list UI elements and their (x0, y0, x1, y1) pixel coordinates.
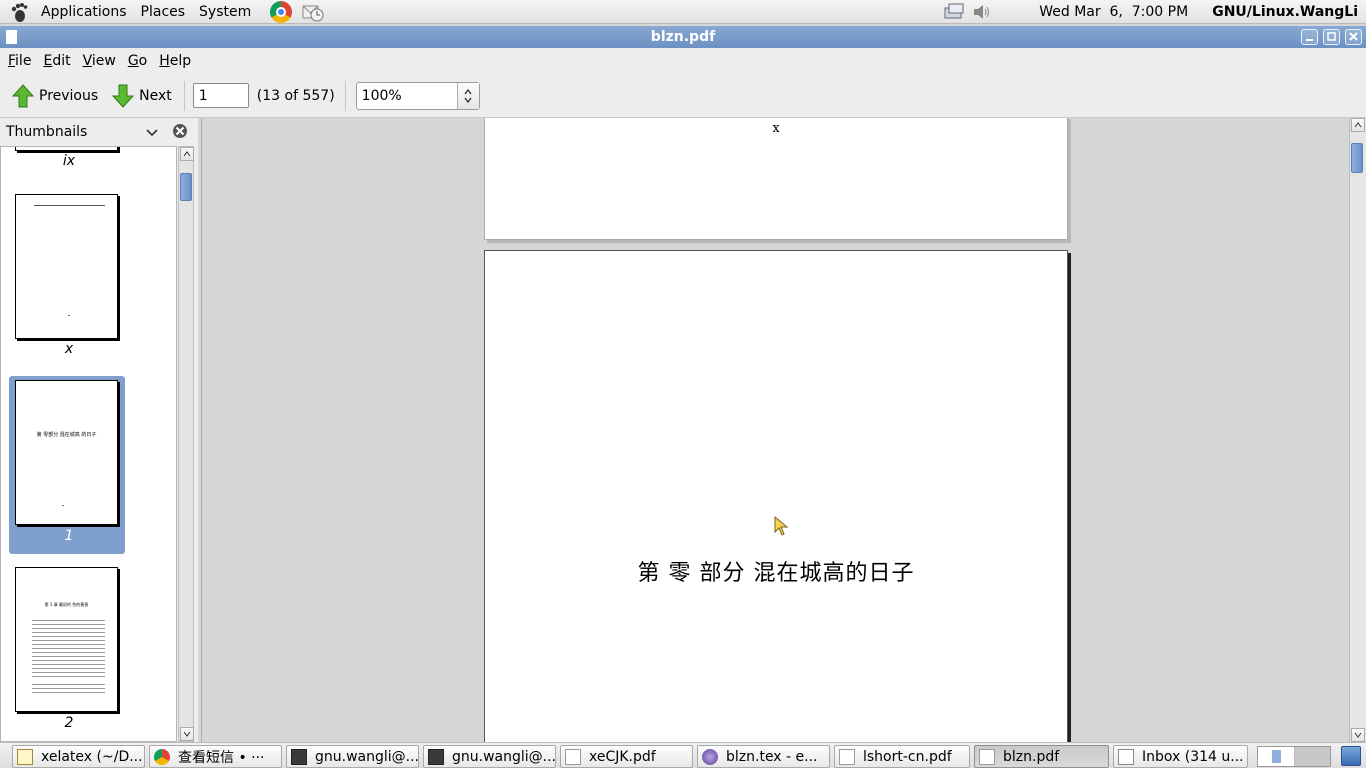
workspace-2[interactable] (1294, 747, 1330, 766)
window-titlebar[interactable]: blzn.pdf (0, 26, 1366, 48)
menu-go[interactable]: Go (122, 53, 153, 69)
next-button[interactable]: Next (108, 80, 176, 112)
username[interactable]: GNU/Linux.WangLi (1212, 4, 1358, 20)
arrow-down-icon (112, 84, 135, 108)
applications-menu[interactable]: Applications (34, 0, 134, 24)
mail-notify-icon[interactable] (302, 1, 324, 23)
close-button[interactable] (1345, 29, 1362, 45)
thumbnail-label: x (64, 341, 74, 357)
pdf-page: x (484, 118, 1068, 240)
task-blzn-pdf[interactable]: blzn.pdf (974, 745, 1109, 768)
sidebar-header: Thumbnails (0, 118, 198, 146)
task-emacs[interactable]: blzn.tex - e... (697, 745, 830, 768)
page-count: (13 of 557) (256, 87, 335, 104)
pdf-document-icon (839, 748, 855, 765)
terminal-icon (428, 748, 444, 765)
sidebar-scrollbar[interactable] (178, 146, 194, 742)
thumbnail-label: ix (62, 153, 76, 169)
scroll-down-icon[interactable] (180, 727, 194, 741)
menu-file[interactable]: File (2, 53, 37, 69)
taskbar: xelatex (~/D... 查看短信 • ··· gnu.wangli@..… (0, 742, 1366, 768)
network-icon[interactable] (943, 2, 967, 22)
task-inbox[interactable]: Inbox (314 u... (1113, 745, 1248, 768)
task-terminal-2[interactable]: gnu.wangli@... (423, 745, 556, 768)
thumbnail-label: 1 (64, 528, 74, 544)
task-terminal-1[interactable]: gnu.wangli@... (286, 745, 419, 768)
zoom-select[interactable]: 100% (355, 81, 480, 110)
thumbnail-page[interactable]: 第 零部分 混在城高 的日子 (15, 380, 118, 525)
scroll-down-icon[interactable] (1351, 728, 1365, 742)
task-lshort-pdf[interactable]: lshort-cn.pdf (834, 745, 970, 768)
menu-view[interactable]: View (77, 53, 122, 69)
page-number-input[interactable] (192, 83, 249, 108)
window-title: blzn.pdf (650, 29, 716, 45)
pdf-document-icon (565, 748, 581, 765)
zoom-value: 100% (361, 87, 402, 104)
scrollbar-thumb[interactable] (1351, 143, 1363, 173)
thumbnail-label: 2 (64, 715, 74, 731)
menu-edit[interactable]: Edit (37, 53, 76, 69)
places-menu[interactable]: Places (134, 0, 193, 24)
volume-icon[interactable] (971, 2, 993, 22)
document-scrollbar[interactable] (1349, 118, 1366, 742)
page-numeral: x (772, 121, 780, 136)
document-view[interactable]: x 第 零 部分 混在城高的日子 (201, 118, 1348, 742)
menubar: File Edit View Go Help (0, 48, 1366, 74)
text-editor-icon (17, 748, 33, 765)
toolbar-separator (183, 80, 185, 111)
mouse-cursor-icon (774, 515, 790, 542)
maximize-button[interactable] (1323, 29, 1340, 45)
arrow-up-icon (12, 83, 34, 107)
sidebar: Thumbnails ix x 第 零部分 混在城高 的日子 1 第 1 章 最… (0, 118, 198, 742)
top-panel: Applications Places System Wed Mar 6, 7:… (0, 0, 1366, 24)
close-sidebar-icon[interactable] (172, 123, 188, 143)
minimize-button[interactable] (1301, 29, 1318, 45)
chrome-icon[interactable] (270, 0, 293, 23)
sidebar-title[interactable]: Thumbnails (6, 124, 87, 140)
thumbnail-text: 第 1 章 最初的 色的黄昏 (44, 602, 89, 607)
task-chrome[interactable]: 查看短信 • ··· (149, 745, 282, 768)
workspace-switcher[interactable] (1257, 746, 1331, 767)
page-heading: 第 零 部分 混在城高的日子 (637, 561, 915, 586)
thumbnail-page[interactable] (15, 147, 118, 151)
scrollbar-thumb[interactable] (180, 173, 192, 201)
thumbnail-list[interactable]: ix x 第 零部分 混在城高 的日子 1 第 1 章 最初的 色的黄昏 2 (0, 146, 177, 742)
task-xecjk-pdf[interactable]: xeCJK.pdf (560, 745, 693, 768)
toolbar-separator (344, 80, 346, 111)
thumbnail-page[interactable]: 第 1 章 最初的 色的黄昏 (15, 567, 118, 712)
clock[interactable]: Wed Mar 6, 7:00 PM (1039, 4, 1188, 20)
thumbnail-text: 第 零部分 混在城高 的日子 (36, 432, 97, 438)
gnome-foot-icon[interactable] (8, 1, 30, 23)
scroll-up-icon[interactable] (1351, 118, 1365, 132)
pdf-page: 第 零 部分 混在城高的日子 (484, 250, 1068, 742)
workspace-1[interactable] (1258, 747, 1295, 766)
menu-help[interactable]: Help (153, 53, 197, 69)
terminal-icon (291, 748, 307, 765)
system-menu[interactable]: System (192, 0, 258, 24)
previous-button[interactable]: Previous (8, 80, 102, 112)
thumbnail-page[interactable] (15, 194, 118, 339)
task-xelatex[interactable]: xelatex (~/D... (12, 745, 145, 768)
pdf-document-icon (979, 748, 995, 765)
emacs-icon (702, 748, 718, 765)
chrome-icon (154, 748, 170, 765)
mail-icon (1118, 748, 1134, 765)
show-desktop-icon[interactable] (1341, 746, 1361, 766)
updown-arrow-icon[interactable] (456, 82, 479, 109)
scroll-up-icon[interactable] (180, 147, 194, 161)
chevron-down-icon[interactable] (146, 126, 158, 142)
toolbar: Previous Next (13 of 557) 100% (0, 74, 1366, 118)
